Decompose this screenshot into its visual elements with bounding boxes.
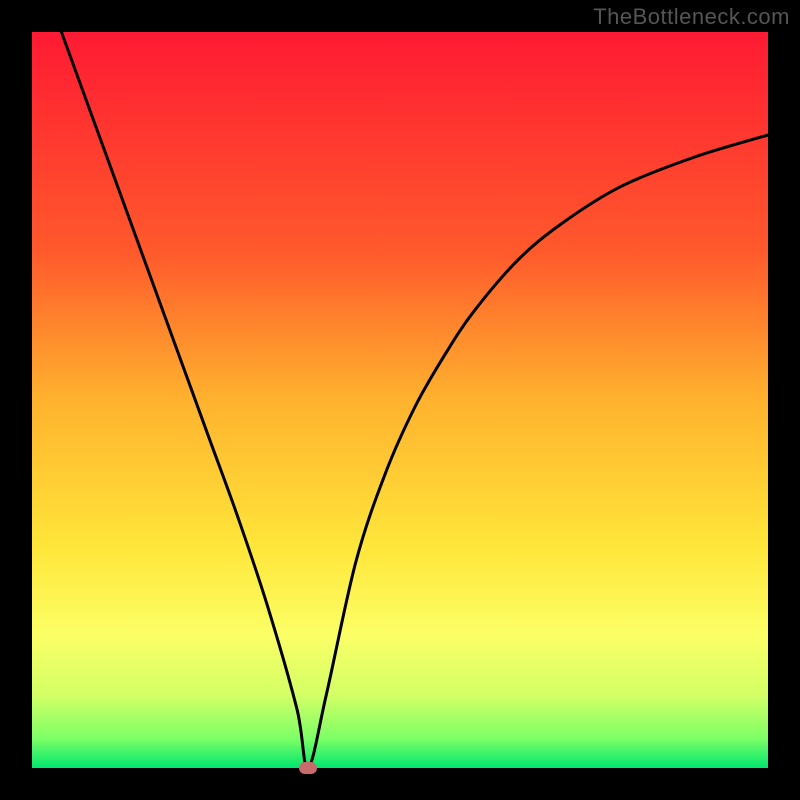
bottleneck-curve bbox=[32, 32, 768, 768]
optimal-point-marker bbox=[299, 762, 317, 774]
watermark-text: TheBottleneck.com bbox=[593, 4, 790, 30]
